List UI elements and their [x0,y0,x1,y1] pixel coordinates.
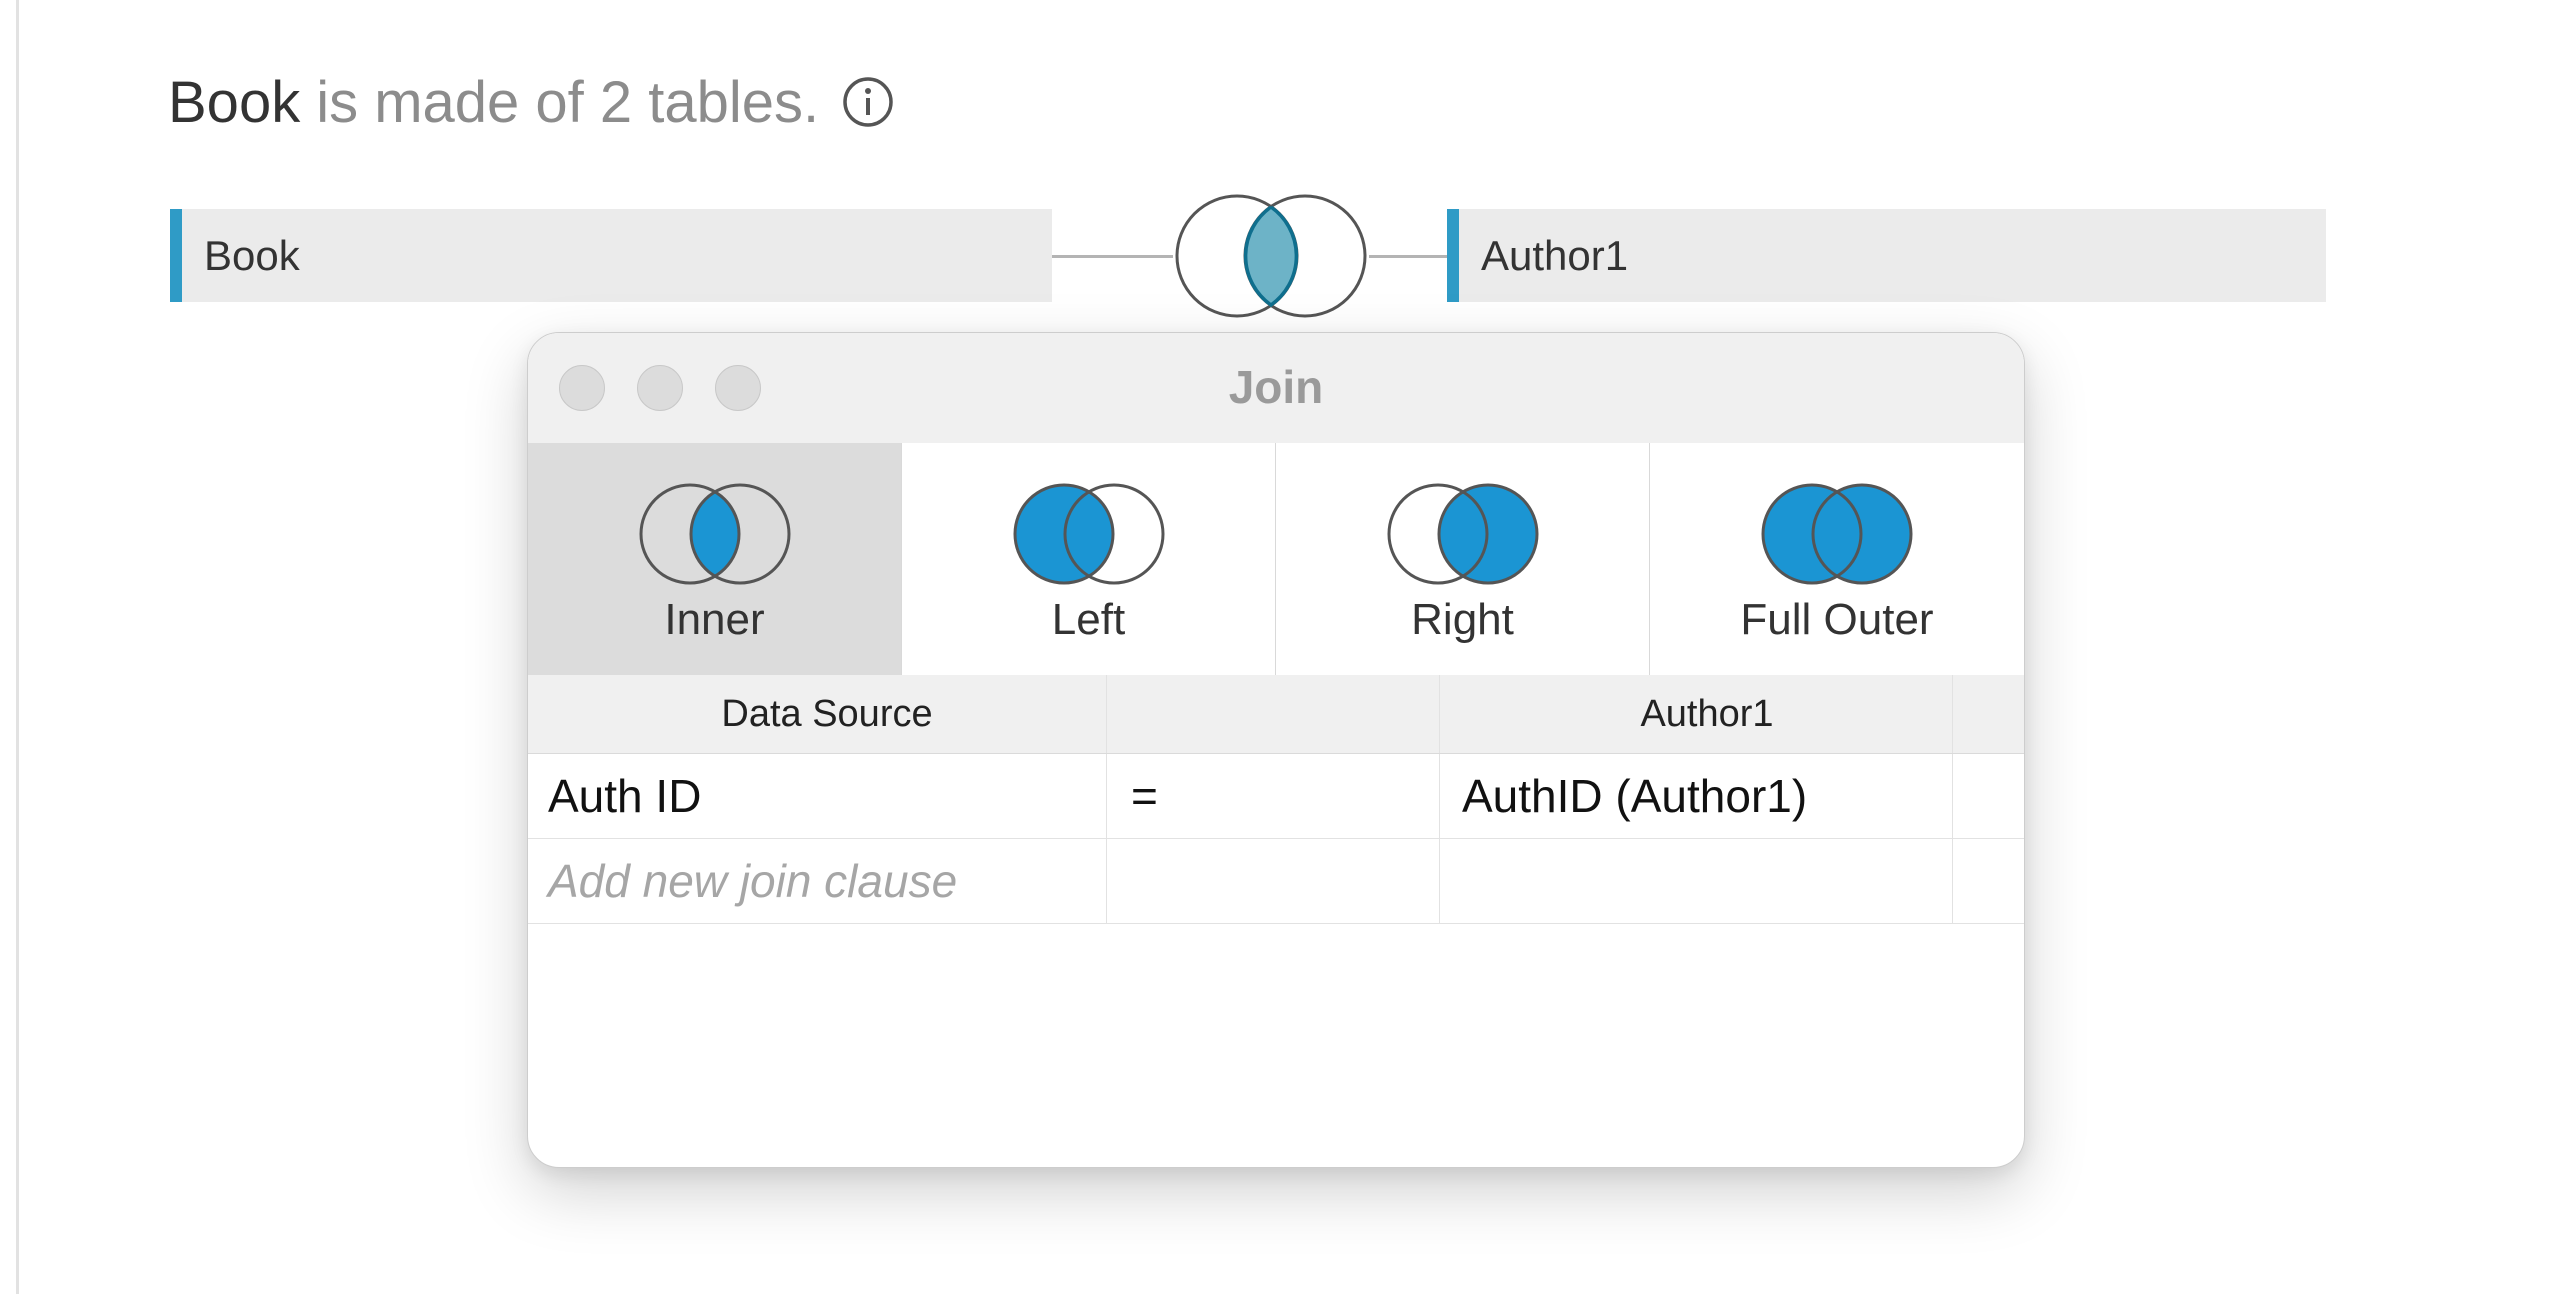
dialog-title: Join [1228,361,1324,413]
column-header-spacer [1953,675,2024,753]
column-header-operator [1107,675,1440,753]
clause-right-field[interactable]: AuthID (Author1) [1440,754,1953,838]
clause-row-spacer [1953,754,2024,838]
dialog-titlebar: Join [528,333,2024,444]
canvas-left-border [16,0,19,1294]
join-connector-right [1369,255,1447,258]
column-header-author1: Author1 [1440,675,1953,753]
inner-join-icon[interactable] [1173,192,1369,320]
table-book[interactable]: Book [170,209,1052,302]
heading-table-name: Book [168,69,301,135]
join-type-label: Inner [664,595,765,644]
join-type-label: Left [1051,595,1126,644]
inner-join-venn-icon [639,483,791,585]
table-author1[interactable]: Author1 [1447,209,2326,302]
empty-operator-cell [1107,839,1440,923]
join-type-full-outer[interactable]: Full Outer [1650,443,2024,675]
join-type-left[interactable]: Left [902,443,1276,675]
info-icon[interactable] [841,75,895,129]
full-outer-join-venn-icon [1761,483,1913,585]
add-join-clause-input[interactable]: Add new join clause [528,839,1107,923]
column-header-data-source: Data Source [528,675,1107,753]
table-label: Book [204,231,300,279]
data-source-heading: Book is made of 2 tables. [168,62,895,142]
table-accent-bar [1447,209,1459,302]
empty-spacer-cell [1953,839,2024,923]
join-type-inner[interactable]: Inner [528,443,902,675]
empty-right-cell [1440,839,1953,923]
add-join-clause-row[interactable]: Add new join clause [528,839,2024,924]
join-type-right[interactable]: Right [1276,443,1650,675]
table-accent-bar [170,209,182,302]
heading-description: is made of 2 tables. [316,69,820,135]
join-connector-left [1052,255,1173,258]
join-dialog: Join Inner Left Right Full Outer Data So… [527,332,2025,1168]
join-clause-grid: Data Source Author1 Auth ID = AuthID (Au… [528,675,2024,924]
grid-header-row: Data Source Author1 [528,675,2024,754]
clause-left-field[interactable]: Auth ID [528,754,1107,838]
right-join-venn-icon [1387,483,1539,585]
left-join-venn-icon [1013,483,1165,585]
join-type-label: Full Outer [1740,595,1934,644]
table-label: Author1 [1481,231,1629,279]
join-clause-row[interactable]: Auth ID = AuthID (Author1) [528,754,2024,839]
clause-operator[interactable]: = [1107,754,1440,838]
join-type-selector: Inner Left Right Full Outer [528,443,2024,676]
join-type-label: Right [1411,595,1514,644]
